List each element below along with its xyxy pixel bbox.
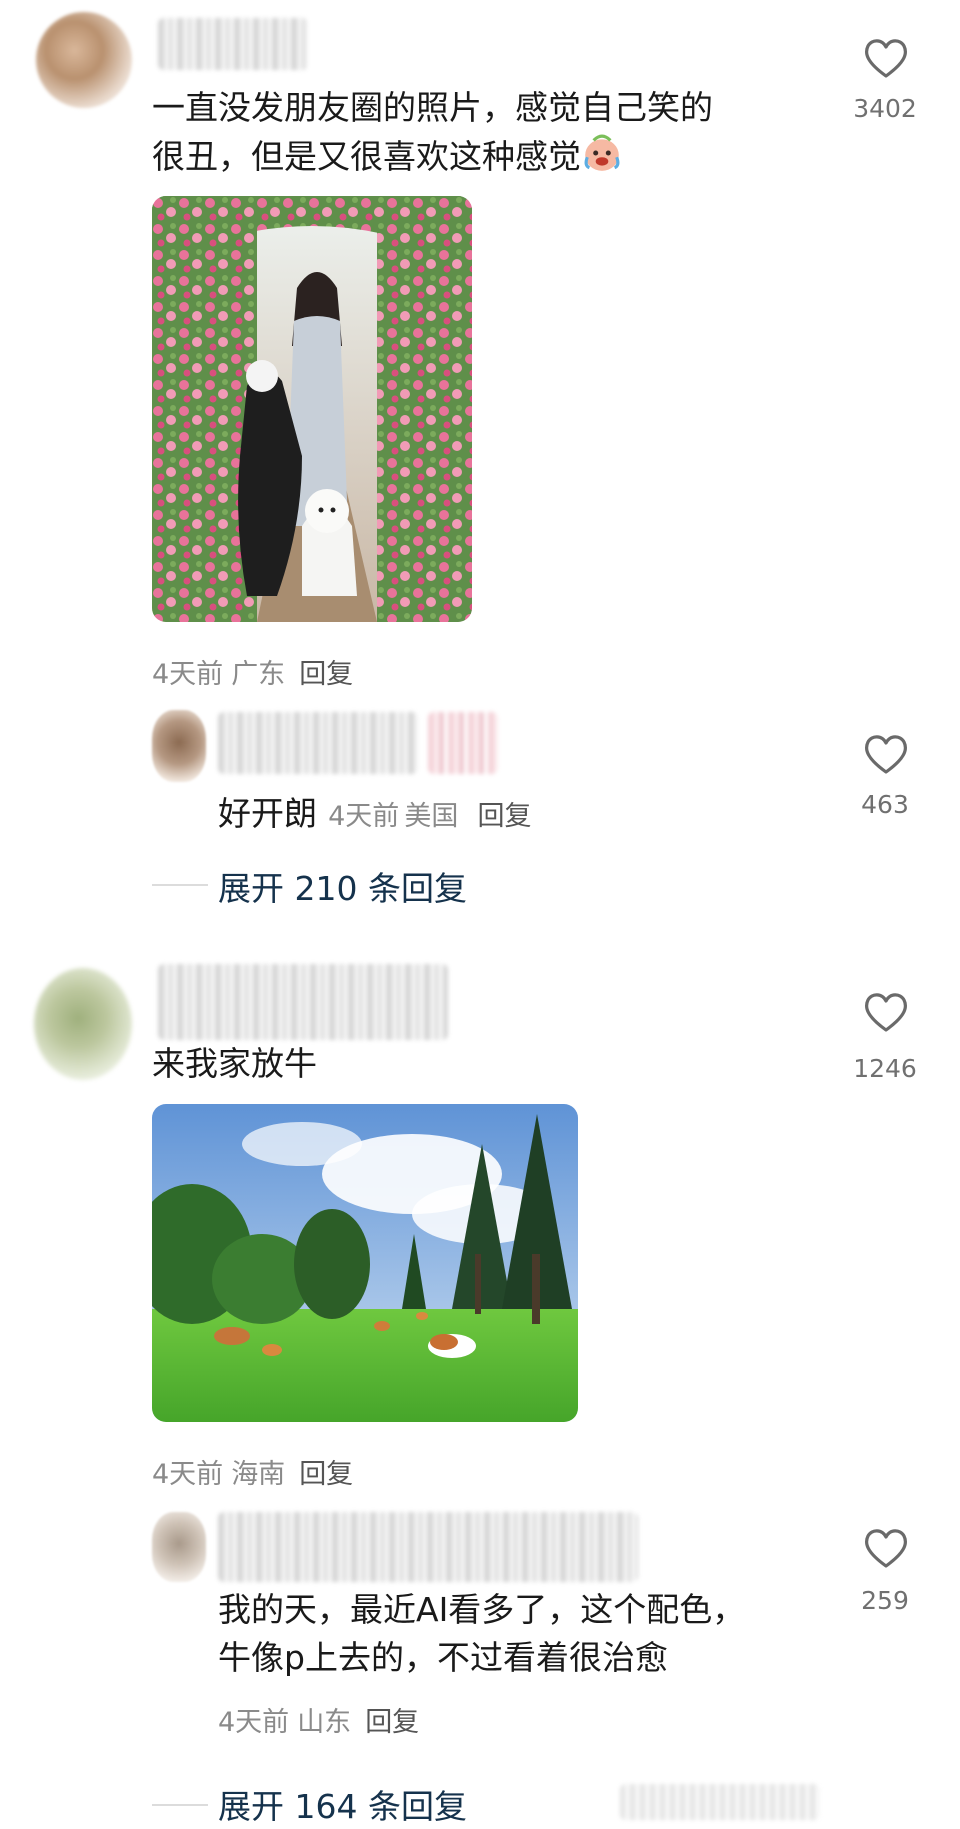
like-button[interactable] — [862, 36, 910, 84]
rose-garden-image — [152, 196, 472, 622]
crying-laughing-face-icon — [584, 134, 620, 171]
like-count: 259 — [861, 1586, 909, 1615]
like-button[interactable] — [862, 990, 910, 1038]
divider — [152, 884, 208, 886]
expand-replies-button[interactable]: 展开 210 条回复 — [218, 862, 467, 910]
reply-row: 好开朗 4天前 美国 回复 — [218, 790, 531, 838]
username-blurred[interactable] — [158, 964, 448, 1040]
avatar[interactable] — [34, 968, 132, 1080]
comment-text: 一直没发朋友圈的照片，感觉自己笑的 很丑，但是又很喜欢这种感觉 — [152, 84, 792, 181]
timestamp: 4天前 — [152, 659, 224, 690]
heart-icon — [865, 735, 907, 774]
reply-text: 好开朗 — [218, 794, 317, 833]
location: 海南 — [231, 1459, 286, 1490]
expand-replies-button[interactable]: 展开 164 条回复 — [218, 1780, 467, 1828]
watermark — [620, 1784, 820, 1820]
location: 美国 — [404, 801, 459, 832]
comment-text: 来我家放牛 — [152, 1044, 317, 1083]
timestamp: 4天前 — [152, 1459, 224, 1490]
like-count: 1246 — [853, 1054, 917, 1083]
reply-text: 我的天，最近AI看多了，这个配色， 牛像p上去的，不过看着很治愈 — [218, 1586, 818, 1682]
reply-button[interactable]: 回复 — [299, 1459, 353, 1490]
rose-garden-photo[interactable] — [152, 196, 472, 622]
username-blurred[interactable] — [158, 18, 308, 70]
pasture-image — [152, 1104, 578, 1422]
like-count: 3402 — [853, 94, 917, 123]
reply-button[interactable]: 回复 — [477, 801, 531, 832]
comment-text-line: 很丑，但是又很喜欢这种感觉 — [152, 137, 581, 176]
reply-text-line: 我的天，最近AI看多了，这个配色， — [218, 1590, 746, 1629]
reply-button[interactable]: 回复 — [299, 659, 353, 690]
avatar[interactable] — [36, 12, 132, 108]
timestamp: 4天前 — [218, 1707, 290, 1738]
like-count: 463 — [861, 790, 909, 819]
heart-icon — [865, 993, 907, 1032]
reply-meta: 4天前 山东 回复 — [218, 1700, 419, 1739]
reply-avatar[interactable] — [152, 710, 206, 782]
timestamp: 4天前 — [328, 801, 400, 832]
divider — [152, 1804, 208, 1806]
comment-meta: 4天前 海南 回复 — [152, 1452, 353, 1491]
reply-username-blurred[interactable] — [218, 712, 418, 774]
location: 广东 — [231, 659, 286, 690]
reply-button[interactable]: 回复 — [365, 1707, 419, 1738]
heart-icon — [865, 1529, 907, 1568]
pasture-cows-photo[interactable] — [152, 1104, 578, 1422]
reply-username-blurred[interactable] — [218, 1512, 638, 1582]
reply-avatar[interactable] — [152, 1512, 206, 1582]
location: 山东 — [297, 1707, 352, 1738]
comment-meta: 4天前 广东 回复 — [152, 652, 353, 691]
reply-username-blurred — [428, 712, 498, 774]
like-button[interactable] — [862, 1526, 910, 1574]
like-button[interactable] — [862, 732, 910, 780]
comment-text-line: 一直没发朋友圈的照片，感觉自己笑的 — [152, 88, 713, 127]
heart-icon — [865, 39, 907, 78]
reply-text-line: 牛像p上去的，不过看着很治愈 — [218, 1638, 668, 1677]
